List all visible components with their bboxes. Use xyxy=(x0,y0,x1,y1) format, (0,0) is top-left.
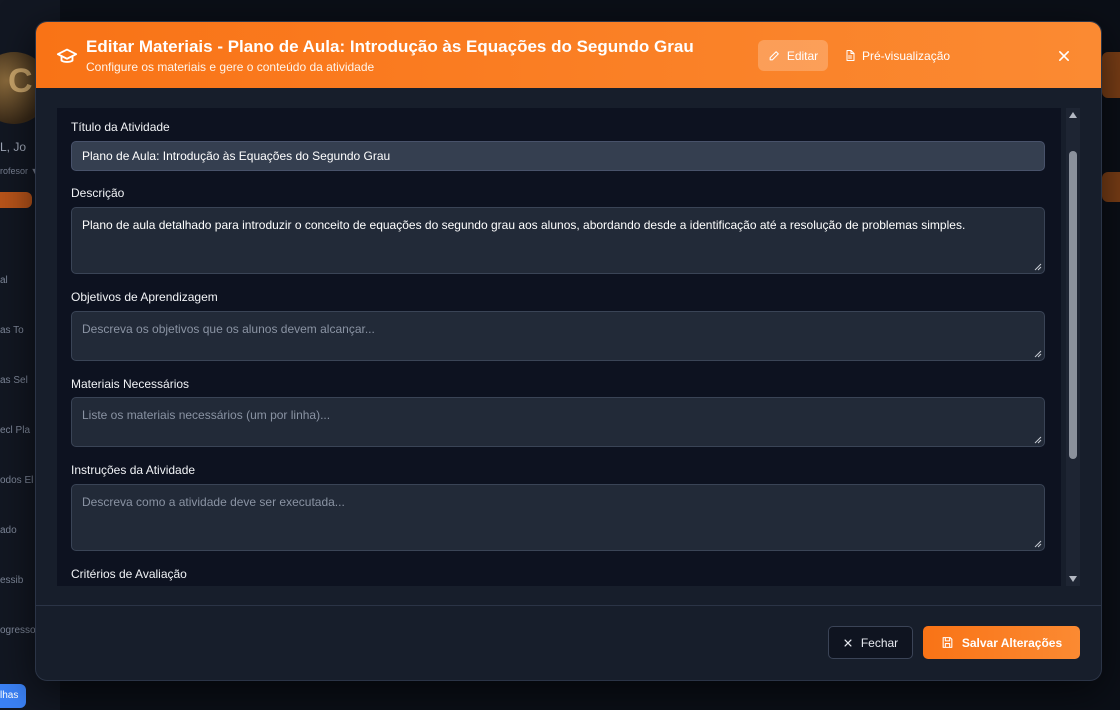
save-button-label: Salvar Alterações xyxy=(961,635,1063,650)
background-nav-item[interactable]: as Sel xyxy=(0,375,28,386)
document-icon xyxy=(846,50,855,61)
modal-subtitle: Configure os materiais e gere o conteúdo… xyxy=(86,60,375,74)
description-label: Descrição xyxy=(71,186,125,200)
tab-preview-label: Pré-visualização xyxy=(862,48,951,63)
graduation-cap-icon xyxy=(56,48,78,63)
criteria-label: Critérios de Avaliação xyxy=(71,567,187,581)
objectives-label: Objetivos de Aprendizagem xyxy=(71,290,218,304)
instructions-textarea[interactable]: Descreva como a atividade deve ser execu… xyxy=(71,484,1045,551)
edit-materials-modal: Editar Materiais - Plano de Aula: Introd… xyxy=(35,21,1102,681)
materials-label: Materiais Necessários xyxy=(71,377,190,391)
title-input-value: Plano de Aula: Introdução às Equações do… xyxy=(82,149,391,163)
objectives-textarea[interactable]: Descreva os objetivos que os alunos deve… xyxy=(71,311,1045,361)
background-right-button xyxy=(1102,52,1120,98)
close-icon xyxy=(844,638,852,647)
resize-handle-icon[interactable] xyxy=(1034,540,1042,548)
description-value: Plano de aula detalhado para introduzir … xyxy=(82,218,966,232)
close-button[interactable]: Fechar xyxy=(828,626,913,659)
resize-handle-icon[interactable] xyxy=(1034,436,1042,444)
form-scroll-area[interactable]: Título da Atividade Plano de Aula: Intro… xyxy=(57,108,1061,586)
resize-handle-icon[interactable] xyxy=(1034,350,1042,358)
title-label: Título da Atividade xyxy=(71,120,170,134)
description-textarea[interactable]: Plano de aula detalhado para introduzir … xyxy=(71,207,1045,274)
close-button-label: Fechar xyxy=(860,635,899,650)
background-nav-item[interactable]: odos El xyxy=(0,475,33,486)
background-nav-item[interactable]: ogresso xyxy=(0,625,36,636)
title-input[interactable]: Plano de Aula: Introdução às Equações do… xyxy=(71,141,1045,171)
scroll-down-icon[interactable] xyxy=(1069,576,1077,582)
tab-preview[interactable]: Pré-visualização xyxy=(836,40,958,71)
save-button[interactable]: Salvar Alterações xyxy=(923,626,1080,659)
background-help-pill[interactable]: lhas xyxy=(0,684,27,708)
scrollbar[interactable] xyxy=(1066,108,1080,586)
background-user-role: rofesor ▼ xyxy=(0,166,40,176)
background-nav-item[interactable]: essib xyxy=(0,575,23,586)
background-logo-letter: C xyxy=(8,62,33,100)
background-nav-item[interactable]: al xyxy=(0,275,8,286)
tab-edit-label: Editar xyxy=(786,48,819,63)
modal-title: Editar Materiais - Plano de Aula: Introd… xyxy=(86,37,694,56)
materials-textarea[interactable]: Liste os materiais necessários (um por l… xyxy=(71,397,1045,447)
pencil-icon xyxy=(769,51,779,61)
footer-divider xyxy=(36,605,1101,606)
modal-header: Editar Materiais - Plano de Aula: Introd… xyxy=(36,22,1101,88)
objectives-placeholder: Descreva os objetivos que os alunos deve… xyxy=(82,322,375,336)
instructions-label: Instruções da Atividade xyxy=(71,463,196,477)
resize-handle-icon[interactable] xyxy=(1034,263,1042,271)
scrollbar-thumb[interactable] xyxy=(1069,151,1077,459)
background-nav-item[interactable]: ecl Pla xyxy=(0,425,30,436)
background-nav-item[interactable]: as To xyxy=(0,325,24,336)
materials-placeholder: Liste os materiais necessários (um por l… xyxy=(82,408,331,422)
scroll-up-icon[interactable] xyxy=(1069,112,1077,118)
tab-edit[interactable]: Editar xyxy=(758,40,828,71)
instructions-placeholder: Descreva como a atividade deve ser execu… xyxy=(82,495,345,509)
close-icon[interactable] xyxy=(1054,46,1074,66)
background-user-name: L, Jo xyxy=(0,140,27,154)
background-nav-item[interactable]: ado xyxy=(0,525,17,536)
save-icon xyxy=(942,637,953,648)
background-right-button xyxy=(1102,172,1120,202)
background-badge xyxy=(0,192,32,208)
